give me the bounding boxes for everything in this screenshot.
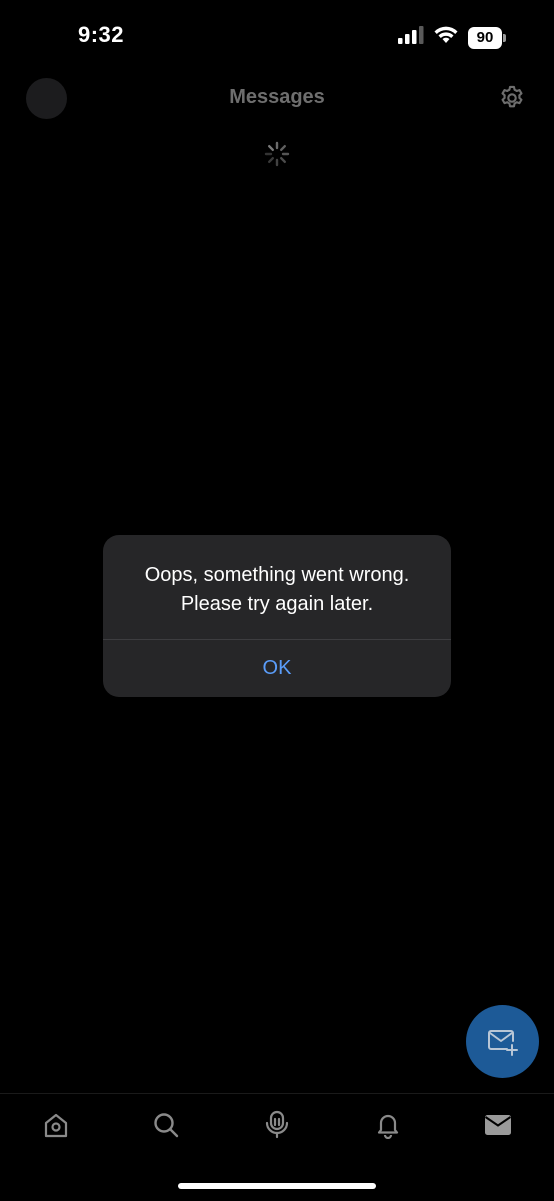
home-icon [44, 1113, 68, 1138]
nav-notifications[interactable] [373, 1110, 403, 1140]
search-icon [154, 1113, 179, 1138]
bell-icon [377, 1114, 399, 1139]
nav-home[interactable] [41, 1110, 71, 1140]
alert-message: Oops, something went wrong. Please try a… [144, 564, 410, 615]
nav-messages[interactable] [483, 1110, 513, 1140]
error-alert: Oops, something went wrong. Please try a… [103, 535, 451, 697]
nav-search[interactable] [151, 1110, 181, 1140]
ok-button[interactable]: OK [103, 640, 451, 697]
new-message-button[interactable] [466, 1005, 539, 1078]
new-message-icon [487, 1029, 518, 1056]
spaces-icon [265, 1110, 289, 1139]
nav-spaces[interactable] [262, 1110, 292, 1140]
mail-icon [484, 1115, 512, 1135]
home-indicator [178, 1183, 376, 1189]
